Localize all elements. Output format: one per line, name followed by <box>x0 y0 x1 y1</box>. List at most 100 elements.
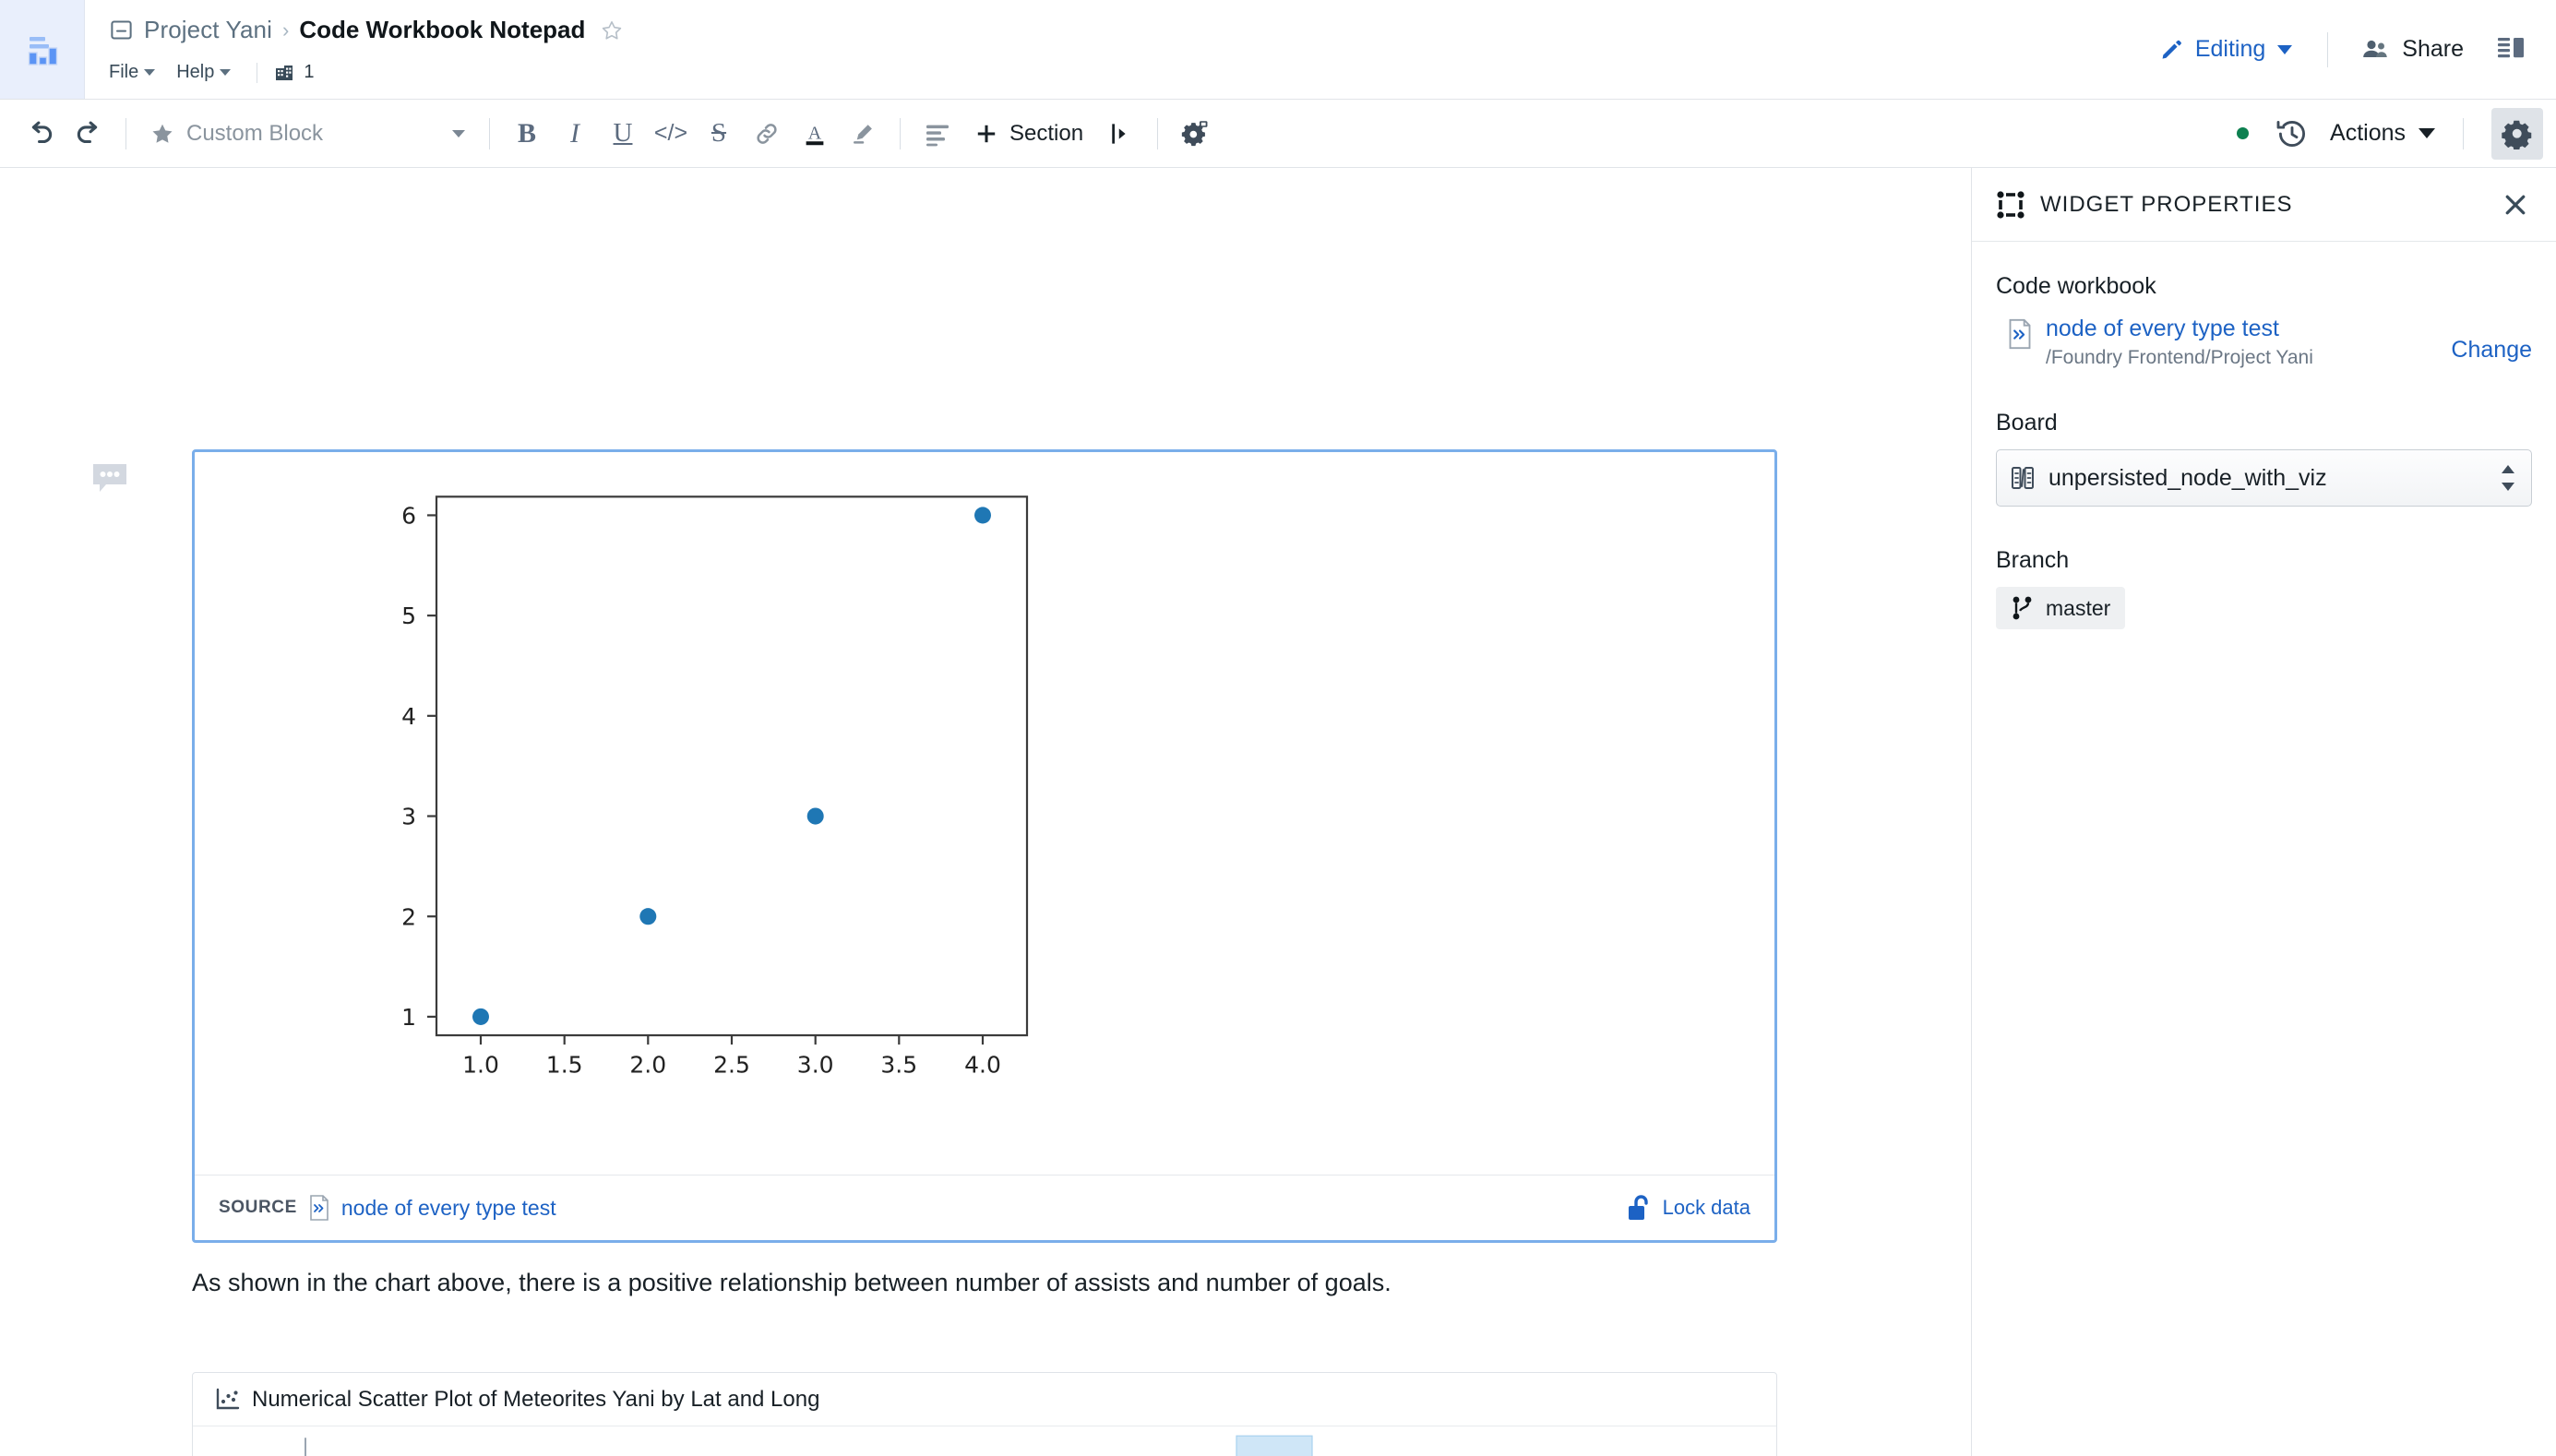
toolbar-divider <box>489 117 490 149</box>
code-node-icon <box>310 1195 328 1221</box>
code-workbook-name[interactable]: node of every type test <box>2046 315 2438 343</box>
settings-gear-button[interactable] <box>2491 107 2543 160</box>
actions-label: Actions <box>2330 120 2406 146</box>
svg-text:1.0: 1.0 <box>462 1051 499 1078</box>
source-group: SOURCE node of every type test <box>219 1195 556 1221</box>
menu-file-label: File <box>109 62 139 82</box>
toolbar-divider <box>2463 117 2464 149</box>
scatter-widget-2[interactable]: Numerical Scatter Plot of Meteorites Yan… <box>192 1372 1777 1456</box>
add-section-label: Section <box>1009 120 1084 146</box>
organization-count: 1 <box>304 62 315 82</box>
panel-title: WIDGET PROPERTIES <box>2040 191 2293 217</box>
editing-mode-label: Editing <box>2194 36 2266 62</box>
redo-button[interactable] <box>65 110 113 158</box>
gear-icon <box>2502 120 2532 149</box>
right-panel-toggle-button[interactable] <box>2477 26 2536 73</box>
undo-icon <box>31 121 53 143</box>
strikethrough-icon: S <box>711 118 727 148</box>
toolbar-divider <box>125 117 126 149</box>
svg-text:4.0: 4.0 <box>964 1051 1001 1078</box>
svg-text:4: 4 <box>401 703 416 730</box>
git-branch-icon <box>2013 596 2032 620</box>
branch-label: Branch <box>1996 547 2070 574</box>
actions-button[interactable]: Actions <box>2315 113 2450 154</box>
align-left-icon <box>926 125 949 146</box>
header-divider <box>2327 31 2329 67</box>
strikethrough-button[interactable]: S <box>695 110 743 158</box>
breadcrumb-project[interactable]: Project Yani <box>144 16 272 44</box>
panel-close-button[interactable] <box>2499 188 2532 221</box>
board-icon <box>2012 467 2034 490</box>
scatter-widget-2-header: Numerical Scatter Plot of Meteorites Yan… <box>193 1373 1776 1426</box>
add-section-button[interactable]: Section <box>961 113 1096 154</box>
chart-widget-footer: SOURCE node of every type test Lock data <box>195 1175 1774 1240</box>
toolbar-divider <box>1157 117 1159 149</box>
header-main: Project Yani › Code Workbook Notepad Fil… <box>85 0 2144 99</box>
bold-button[interactable]: B <box>503 110 551 158</box>
editing-mode-button[interactable]: Editing <box>2144 29 2307 70</box>
underline-button[interactable]: U <box>599 110 647 158</box>
text-color-icon: A <box>806 123 824 145</box>
widget-settings-icon <box>1181 120 1208 146</box>
branch-name: master <box>2046 595 2111 620</box>
text-color-button[interactable]: A <box>791 110 839 158</box>
highlight-icon <box>854 124 872 144</box>
app-logo[interactable] <box>0 0 85 99</box>
source-label: SOURCE <box>219 1198 297 1217</box>
code-workbook-row: node of every type test /Foundry Fronten… <box>1996 315 2532 369</box>
svg-text:3.5: 3.5 <box>880 1051 917 1078</box>
chevron-down-icon <box>2419 128 2435 138</box>
menu-file[interactable]: File <box>109 58 165 87</box>
code-button[interactable]: </> <box>647 110 695 158</box>
svg-text:2.5: 2.5 <box>713 1051 750 1078</box>
code-icon: </> <box>653 120 688 146</box>
menu-help[interactable]: Help <box>165 58 241 87</box>
code-workbook-texts: node of every type test /Foundry Fronten… <box>2046 315 2438 369</box>
svg-text:3.0: 3.0 <box>797 1051 834 1078</box>
svg-text:3: 3 <box>401 804 416 830</box>
bar-chart-logo-icon <box>28 36 57 66</box>
insert-column-button[interactable] <box>1096 110 1144 158</box>
app-body: 1 2 3 4 5 6 1.0 1.5 2.0 2.5 3.0 3.5 4.0 … <box>0 168 2556 1456</box>
lock-data-label: Lock data <box>1662 1196 1750 1219</box>
notepad-paragraph[interactable]: As shown in the chart above, there is a … <box>192 1266 1761 1299</box>
header-menu-row: File Help 1 <box>109 54 2144 92</box>
chevron-down-icon <box>144 69 156 76</box>
people-icon <box>2363 40 2388 57</box>
change-workbook-button[interactable]: Change <box>2451 315 2532 364</box>
highlight-button[interactable] <box>839 110 887 158</box>
align-left-button[interactable] <box>914 110 961 158</box>
chart-widget[interactable]: 1 2 3 4 5 6 1.0 1.5 2.0 2.5 3.0 3.5 4.0 … <box>192 449 1777 1243</box>
lock-data-button[interactable]: Lock data <box>1626 1193 1750 1223</box>
bold-icon: B <box>517 117 536 149</box>
undo-button[interactable] <box>17 110 65 158</box>
source-link[interactable]: node of every type test <box>341 1196 556 1221</box>
panel-body: Code workbook node of every type test /F… <box>1972 242 2556 630</box>
plus-icon <box>977 125 996 142</box>
app-header: Project Yani › Code Workbook Notepad Fil… <box>0 0 2556 100</box>
organization-chip[interactable]: 1 <box>273 62 315 84</box>
history-button[interactable] <box>2269 111 2315 157</box>
link-button[interactable] <box>743 110 791 158</box>
italic-button[interactable]: I <box>551 110 599 158</box>
branch-chip[interactable]: master <box>1996 587 2126 630</box>
star-outline-icon[interactable] <box>601 19 623 42</box>
chevron-down-icon <box>452 129 465 137</box>
widget-settings-button[interactable] <box>1171 110 1219 158</box>
svg-text:1.5: 1.5 <box>546 1051 583 1078</box>
block-type-select[interactable]: Custom Block <box>139 111 476 157</box>
redo-icon <box>77 121 98 143</box>
comment-bubble-icon[interactable] <box>90 461 129 496</box>
menu-help-label: Help <box>176 62 215 82</box>
scatter-chart-1[interactable]: 1 2 3 4 5 6 1.0 1.5 2.0 2.5 3.0 3.5 4.0 <box>195 452 1774 1175</box>
widget-properties-panel: WIDGET PROPERTIES Code workbook node of … <box>1971 168 2556 1456</box>
scatter-chart-2[interactable]: 350 300 250 200 <box>193 1426 1776 1456</box>
svg-text:A: A <box>808 123 822 143</box>
board-select[interactable]: unpersisted_node_with_viz <box>1996 449 2532 507</box>
share-button[interactable]: Share <box>2348 29 2477 70</box>
history-icon <box>2276 120 2306 147</box>
document-icon <box>111 20 132 40</box>
organization-icon <box>276 65 293 80</box>
pencil-icon <box>2162 40 2181 59</box>
close-icon <box>2505 195 2526 214</box>
